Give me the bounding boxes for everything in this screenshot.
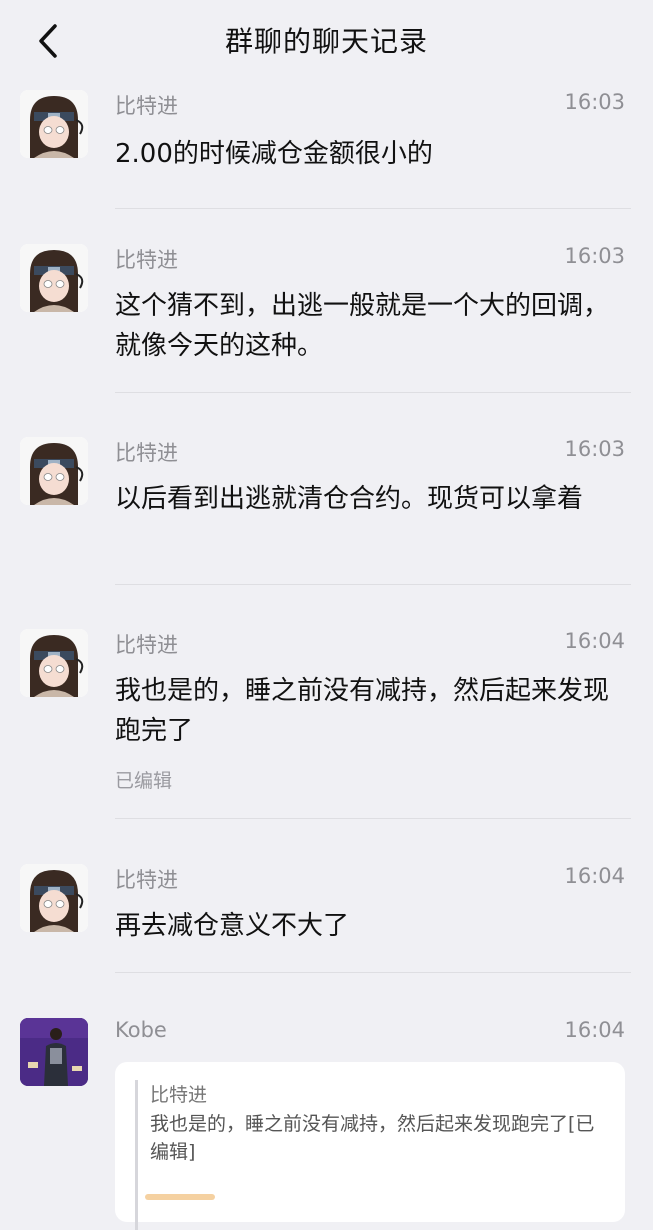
quoted-message-card[interactable]: 比特进 我也是的，睡之前没有减持，然后起来发现跑完了[已编辑] bbox=[115, 1062, 625, 1230]
avatar[interactable] bbox=[20, 864, 88, 932]
message-text: 再去减仓意义不大了 bbox=[115, 911, 350, 941]
message-item[interactable]: 比特进 16:04 再去减仓意义不大了 bbox=[0, 864, 653, 974]
message-time: 16:04 bbox=[564, 1018, 625, 1042]
message-text: 以后看到出逃就清仓合约。现货可以拿着 bbox=[115, 484, 584, 514]
avatar[interactable] bbox=[20, 244, 88, 312]
message-item[interactable]: 比特进 16:04 我也是的，睡之前没有减持，然后起来发现跑完了 已编辑 bbox=[0, 629, 653, 819]
edited-label: 已编辑 bbox=[115, 770, 173, 792]
message-divider bbox=[115, 208, 631, 209]
message-item[interactable]: 比特进 16:03 以后看到出逃就清仓合约。现货可以拿着 bbox=[0, 437, 653, 587]
message-text: 这个猜不到，出逃一般就是一个大的回调，就像今天的这种。 bbox=[115, 291, 610, 361]
header-bar: 群聊的聊天记录 bbox=[0, 0, 653, 82]
message-time: 16:03 bbox=[564, 437, 625, 461]
message-divider bbox=[115, 818, 631, 819]
message-sender: Kobe bbox=[115, 1018, 167, 1042]
message-text: 2.00的时候减仓金额很小的 bbox=[115, 139, 433, 169]
page-title: 群聊的聊天记录 bbox=[224, 25, 428, 58]
quote-text: 我也是的，睡之前没有减持，然后起来发现跑完了[已编辑] bbox=[150, 1113, 595, 1163]
avatar[interactable] bbox=[20, 629, 88, 697]
avatar[interactable] bbox=[20, 1018, 88, 1086]
avatar[interactable] bbox=[20, 437, 88, 505]
message-time: 16:03 bbox=[564, 244, 625, 268]
message-sender: 比特进 bbox=[115, 633, 178, 657]
message-item[interactable]: 比特进 16:03 这个猜不到，出逃一般就是一个大的回调，就像今天的这种。 bbox=[0, 244, 653, 394]
quote-bar bbox=[135, 1080, 138, 1230]
message-divider bbox=[115, 972, 631, 973]
message-sender: 比特进 bbox=[115, 868, 178, 892]
message-time: 16:04 bbox=[564, 629, 625, 653]
message-divider bbox=[115, 392, 631, 393]
message-sender: 比特进 bbox=[115, 94, 178, 118]
message-time: 16:03 bbox=[564, 90, 625, 114]
quote-sender: 比特进 bbox=[150, 1084, 208, 1106]
message-divider bbox=[115, 584, 631, 585]
quote-highlight bbox=[145, 1194, 215, 1200]
avatar[interactable] bbox=[20, 90, 88, 158]
message-time: 16:04 bbox=[564, 864, 625, 888]
message-sender: 比特进 bbox=[115, 248, 178, 272]
message-sender: 比特进 bbox=[115, 441, 178, 465]
message-text: 我也是的，睡之前没有减持，然后起来发现跑完了 bbox=[115, 676, 610, 746]
message-item[interactable]: 比特进 16:03 2.00的时候减仓金额很小的 bbox=[0, 90, 653, 210]
